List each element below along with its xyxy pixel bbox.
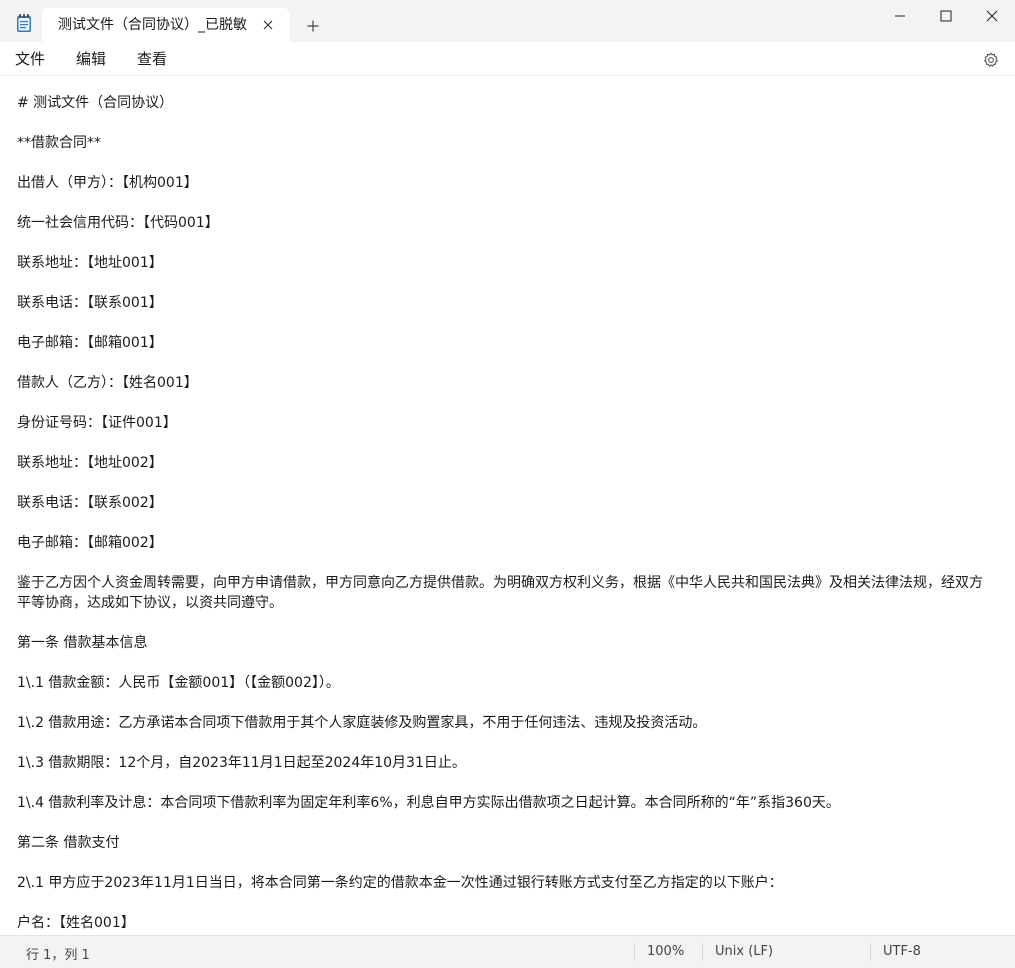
text-line: **借款合同** [17,135,101,151]
close-window-icon[interactable] [969,0,1015,32]
maximize-icon[interactable] [923,0,969,32]
cursor-position[interactable]: 行 1，列 1 [26,944,90,963]
text-line: # 测试文件（合同协议） [17,95,174,111]
text-line: 户名：【姓名001】 [17,915,135,931]
text-line: 1\.3 借款期限：12个月，自2023年11月1日起至2024年10月31日止… [17,755,466,771]
tab-title: 测试文件（合同协议）_已脱敏 [58,17,247,33]
status-divider [634,943,635,961]
status-bar: 行 1，列 1 100% Unix (LF) UTF-8 [0,935,1015,968]
title-bar[interactable]: 测试文件（合同协议）_已脱敏 [0,0,1015,42]
text-line: 电子邮箱：【邮箱002】 [17,535,163,551]
menu-edit[interactable]: 编辑 [76,50,106,68]
menu-view[interactable]: 查看 [137,50,167,68]
line-ending[interactable]: Unix (LF) [715,944,773,959]
text-line: 电子邮箱：【邮箱001】 [17,335,163,351]
text-line: 联系地址：【地址001】 [17,255,163,271]
text-line: 1\.2 借款用途：乙方承诺本合同项下借款用于其个人家庭装修及购置家具，不用于任… [17,715,707,731]
notepad-window: 测试文件（合同协议）_已脱敏 文件 编辑 查看 # 测试文件（合同协议） **借… [0,0,1015,968]
text-line: 1\.4 借款利率及计息：本合同项下借款利率为固定年利率6%，利息自甲方实际出借… [17,795,840,811]
editor-lines: # 测试文件（合同协议） **借款合同** 出借人（甲方）：【机构001】 统一… [17,93,1002,935]
text-line: 出借人（甲方）：【机构001】 [17,175,198,191]
zoom-level[interactable]: 100% [647,944,684,959]
text-line: 第二条 借款支付 [17,835,120,851]
tab-document[interactable]: 测试文件（合同协议）_已脱敏 [42,8,290,42]
text-line: 统一社会信用代码：【代码001】 [17,215,219,231]
notepad-icon [15,13,33,33]
minimize-icon[interactable] [877,0,923,32]
encoding[interactable]: UTF-8 [883,944,921,959]
text-line: 第一条 借款基本信息 [17,635,148,651]
menu-bar: 文件 编辑 查看 [0,42,1015,76]
text-line: 2\.1 甲方应于2023年11月1日当日，将本合同第一条约定的借款本金一次性通… [17,875,783,891]
menu-file[interactable]: 文件 [15,50,45,68]
text-line: 1\.1 借款金额：人民币【金额001】（【金额002】）。 [17,675,340,691]
text-line: 借款人（乙方）：【姓名001】 [17,375,198,391]
text-line: 鉴于乙方因个人资金周转需要，向甲方申请借款，甲方同意向乙方提供借款。为明确双方权… [17,575,983,611]
close-tab-icon[interactable] [258,15,278,35]
status-divider [702,943,703,961]
text-line: 身份证号码：【证件001】 [17,415,177,431]
text-line: 联系电话：【联系001】 [17,295,163,311]
new-tab-plus-icon[interactable] [302,15,324,37]
status-divider [870,943,871,961]
text-editor[interactable]: # 测试文件（合同协议） **借款合同** 出借人（甲方）：【机构001】 统一… [0,76,1015,935]
gear-icon[interactable] [981,50,1001,70]
text-line: 联系地址：【地址002】 [17,455,163,471]
text-line: 联系电话：【联系002】 [17,495,163,511]
